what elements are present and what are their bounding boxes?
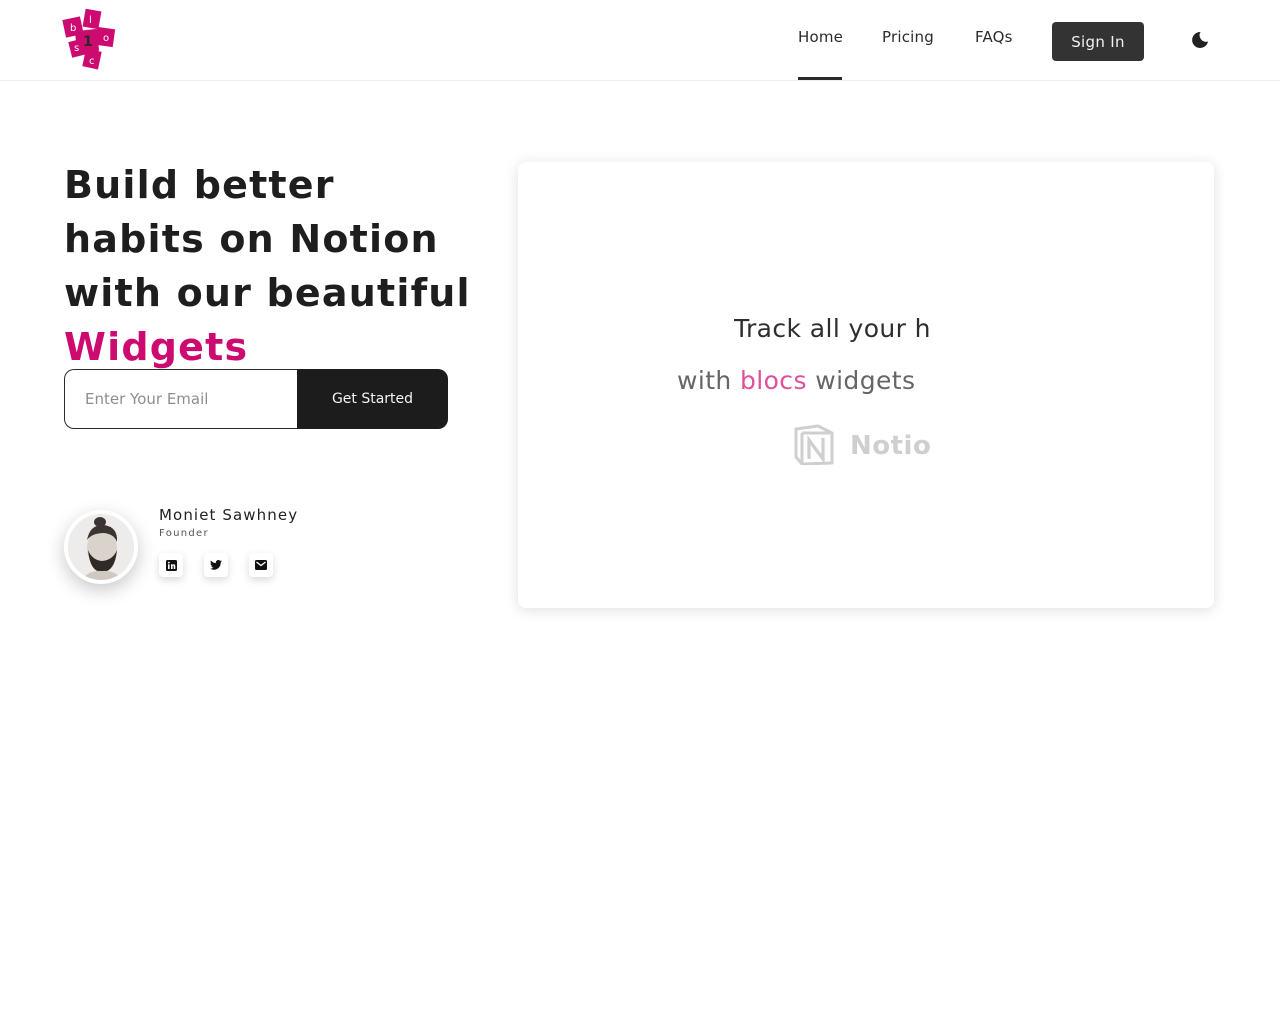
widget-preview-card: Track all your h with blocs widgets Noti… — [518, 162, 1214, 608]
mail-icon[interactable] — [249, 553, 273, 577]
notion-label: Notion — [850, 431, 930, 461]
hero-title-text: Build better habits on Notion with our b… — [64, 163, 471, 315]
founder-role: Founder — [159, 528, 209, 539]
preview-subline-post: widgets — [806, 366, 916, 395]
svg-text:1: 1 — [83, 34, 93, 50]
preview-headline: Track all your h — [734, 314, 930, 343]
site-header: b l o c s 1 Home Pricing FAQs Sign In — [0, 0, 1280, 81]
moon-icon[interactable] — [1188, 28, 1212, 52]
sign-in-button[interactable]: Sign In — [1052, 22, 1144, 61]
svg-text:s: s — [74, 43, 79, 54]
hero-title: Build better habits on Notion with our b… — [64, 158, 484, 374]
nav-faqs[interactable]: FAQs — [975, 28, 1013, 50]
svg-text:o: o — [103, 33, 109, 44]
hero-title-accent: Widgets — [64, 325, 249, 369]
notion-logo: Notion — [792, 424, 930, 468]
nav-active-indicator — [798, 77, 842, 80]
nav-home[interactable]: Home — [798, 28, 843, 50]
svg-text:b: b — [70, 23, 76, 34]
preview-subline-pre: with — [677, 366, 740, 395]
blocs-logo[interactable]: b l o c s 1 — [62, 8, 116, 72]
get-started-button[interactable]: Get Started — [297, 369, 448, 429]
preview-subline: with blocs widgets — [677, 366, 930, 395]
notion-icon — [792, 424, 836, 468]
nav-pricing[interactable]: Pricing — [882, 28, 934, 50]
linkedin-icon[interactable] — [159, 553, 183, 577]
svg-text:l: l — [89, 15, 92, 26]
svg-text:c: c — [89, 56, 95, 67]
preview-subline-accent: blocs — [740, 366, 807, 395]
email-input[interactable] — [64, 369, 299, 429]
avatar — [64, 510, 138, 584]
founder-name: Moniet Sawhney — [159, 506, 299, 524]
twitter-icon[interactable] — [204, 553, 228, 577]
